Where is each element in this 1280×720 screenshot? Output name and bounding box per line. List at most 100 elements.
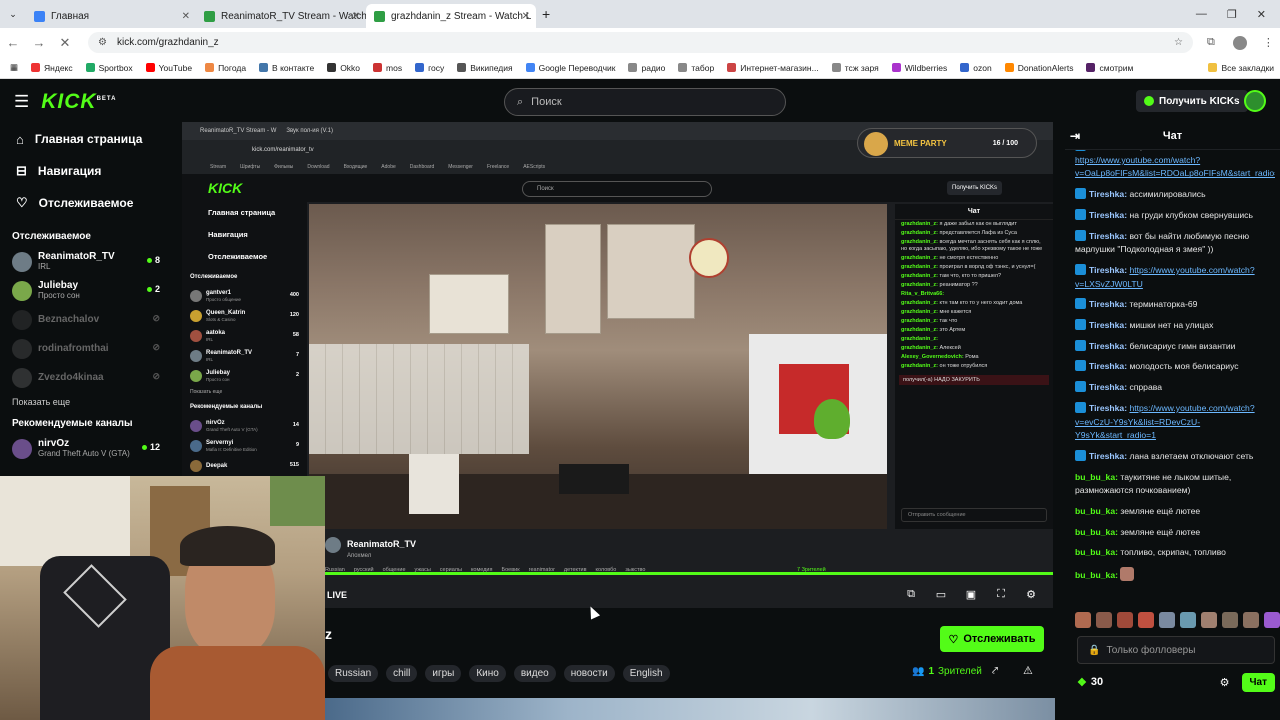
bookmark-item[interactable]: госу [415,63,444,73]
emote-icon[interactable] [1243,612,1259,628]
emote-icon[interactable] [1264,612,1280,628]
apps-icon[interactable]: ▦ [10,62,18,73]
chat-username[interactable]: Tireshka: [1089,231,1127,241]
stream-tag[interactable]: Russian [328,665,379,682]
emote-icon[interactable] [1117,612,1133,628]
sidebar-channel[interactable]: Juliebay Просто сон 2 [0,276,170,305]
stream-tag[interactable]: новости [563,665,615,682]
back-icon[interactable]: ← [0,35,26,50]
mini-player-icon[interactable]: ⧉ [903,588,919,602]
stream-tag[interactable]: видео [513,665,556,682]
bookmark-item[interactable]: Интернет-магазин... [727,63,819,73]
browser-tab[interactable]: Главная ✕ [26,4,196,28]
menu-icon[interactable]: ⋮ [1263,36,1274,49]
close-window-icon[interactable]: ✕ [1257,8,1266,21]
follow-button[interactable]: ♡ Отслеживать [940,626,1044,652]
forward-icon[interactable]: → [26,35,52,50]
all-bookmarks[interactable]: Все закладки [1208,63,1280,73]
sidebar-channel[interactable]: rodinafromthai ⊘ [0,334,170,363]
stream-tag[interactable]: chill [386,665,418,682]
stream-tag[interactable]: English [622,665,670,682]
emote-icon[interactable] [1096,612,1112,628]
chat-username[interactable]: Tireshka: [1089,451,1127,461]
tab-close-icon[interactable]: ✕ [352,11,360,22]
browser-tab[interactable]: ReanimatoR_TV Stream - Watch L ✕ [196,4,366,28]
bookmark-item[interactable]: DonationAlerts [1004,63,1073,73]
bookmark-item[interactable]: тсж заря [831,63,879,73]
bookmark-item[interactable]: Яндекс [31,63,73,73]
bookmark-item[interactable]: Okko [327,63,360,73]
bookmark-item[interactable]: YouTube [145,63,192,73]
extensions-icon[interactable]: ⧉ [1207,36,1215,49]
new-tab-button[interactable]: + [542,6,550,22]
maximize-icon[interactable]: ❐ [1227,8,1237,21]
emote-icon[interactable] [1222,612,1238,628]
bookmark-item[interactable]: Wildberries [891,63,947,73]
theater-mode-icon[interactable]: ▭ [933,588,949,602]
kick-logo[interactable]: KICKBETA [41,90,116,114]
emote-icon[interactable] [1075,612,1091,628]
emote-icon[interactable] [1180,612,1196,628]
sidebar-channel[interactable]: nirvOz Grand Theft Auto V (GTA) 12 [0,434,170,463]
bookmark-item[interactable]: ozon [960,63,992,73]
streamer-name[interactable]: z [325,626,332,642]
sidebar-nav-item[interactable]: ♡ Отслеживаемое [0,187,170,219]
stream-tag[interactable]: игры [425,665,462,682]
chat-username[interactable]: bu_bu_ka: [1075,472,1118,482]
sidebar-channel[interactable]: ReanimatoR_TV IRL 8 [0,247,170,276]
tab-close-icon[interactable]: ✕ [522,11,530,22]
chat-username[interactable]: Tireshka: [1089,299,1127,309]
bookmark-item[interactable]: Google Переводчик [525,63,615,73]
chat-username[interactable]: Tireshka: [1089,341,1127,351]
tab-close-icon[interactable]: ✕ [182,11,190,22]
chat-username[interactable]: Tireshka: [1089,210,1127,220]
search-input[interactable]: ⌕ Поиск [504,88,786,116]
emote-icon[interactable] [1138,612,1154,628]
minimize-icon[interactable]: — [1196,8,1207,21]
live-progress-bar[interactable] [325,572,1053,575]
stop-loading-icon[interactable]: ✕ [52,35,78,51]
bookmark-item[interactable]: Погода [205,63,246,73]
collapse-chat-icon[interactable]: ⇥ [1070,129,1080,143]
bookmark-star-icon[interactable]: ☆ [1174,37,1183,48]
chat-username[interactable]: Tireshka: [1089,189,1127,199]
chat-username[interactable]: bu_bu_ka: [1075,570,1118,580]
tab-search-icon[interactable]: ⌄ [0,9,26,20]
sidebar-channel[interactable]: Zvezdo4kinaa ⊘ [0,363,170,392]
profile-icon[interactable] [1232,35,1247,50]
chat-settings-icon[interactable]: ⚙ [1220,676,1230,689]
emote-icon[interactable] [1201,612,1217,628]
channel-points[interactable]: ❖ 30 [1077,676,1103,689]
stream-tag[interactable]: Кино [469,665,506,682]
bookmark-item[interactable]: табор [678,63,714,73]
bookmark-item[interactable]: смотрим [1086,63,1133,73]
url-field[interactable]: ⚙ kick.com/grazhdanin_z ☆ [88,32,1193,53]
chat-username[interactable]: Tireshka: [1089,150,1127,151]
sidebar-nav-item[interactable]: ⌂ Главная страница [0,123,170,155]
chat-send-button[interactable]: Чат [1241,672,1275,692]
user-avatar[interactable] [1244,90,1266,112]
chat-username[interactable]: Tireshka: [1089,403,1127,413]
emote-icon[interactable] [1159,612,1175,628]
sidebar-channel[interactable]: Beznachalov ⊘ [0,305,170,334]
site-info-icon[interactable]: ⚙ [98,37,107,48]
bookmark-item[interactable]: В контакте [259,63,314,73]
share-icon[interactable]: ⤤ [992,665,998,678]
chat-username[interactable]: Tireshka: [1089,382,1127,392]
chat-username[interactable]: Tireshka: [1089,361,1127,371]
browser-tab[interactable]: grazhdanin_z Stream - Watch L ✕ [366,4,536,28]
chat-input[interactable]: 🔒 Только фолловеры [1077,636,1275,664]
clip-icon[interactable]: ▣ [963,588,979,602]
chat-username[interactable]: bu_bu_ka: [1075,506,1118,516]
chat-link[interactable]: https://www.youtube.com/watch?v=OaLp8oFI… [1075,155,1275,179]
chat-username[interactable]: bu_bu_ka: [1075,547,1118,557]
chat-username[interactable]: Tireshka: [1089,265,1127,275]
report-icon[interactable]: ⚠ [1023,664,1033,677]
bookmark-item[interactable]: mos [373,63,402,73]
bookmark-item[interactable]: радио [628,63,665,73]
chat-username[interactable]: Tireshka: [1089,320,1127,330]
sidebar-nav-item[interactable]: ⊟ Навигация [0,155,170,187]
bookmark-item[interactable]: Sportbox [85,63,133,73]
get-kicks-button[interactable]: Получить KICKs [1136,90,1248,112]
chat-username[interactable]: bu_bu_ka: [1075,527,1118,537]
